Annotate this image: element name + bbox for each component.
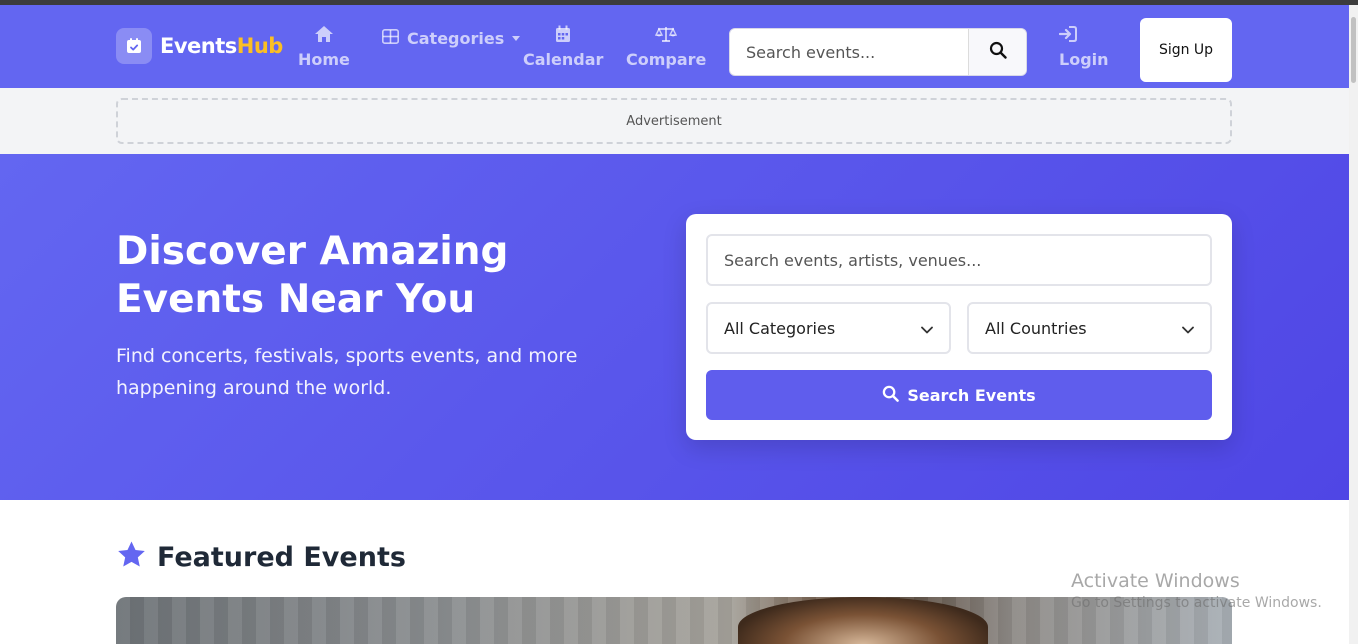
grid-icon xyxy=(382,29,399,48)
brand-name: EventsHub xyxy=(160,34,283,58)
nav-home-label: Home xyxy=(298,50,350,69)
home-icon xyxy=(314,24,334,44)
search-icon xyxy=(882,385,900,406)
category-select[interactable]: All Categories xyxy=(706,302,951,354)
country-select-value: All Countries xyxy=(985,318,1087,338)
image-texture xyxy=(116,597,1232,644)
signup-button[interactable]: Sign Up xyxy=(1140,18,1232,82)
nav-search-bar xyxy=(729,28,1027,76)
country-select[interactable]: All Countries xyxy=(967,302,1212,354)
featured-events-heading: Featured Events xyxy=(116,540,406,574)
hero-search-card: All Categories All Countries Search Even… xyxy=(686,214,1232,440)
advertisement-slot[interactable]: Advertisement xyxy=(116,98,1232,144)
advertisement-bar: Advertisement xyxy=(0,88,1349,154)
hero-title: Discover Amazing Events Near You xyxy=(116,229,509,322)
nav-home[interactable]: Home xyxy=(298,24,350,69)
hero-search-field xyxy=(706,234,1212,286)
watermark-title: Activate Windows xyxy=(1071,570,1240,592)
nav-calendar[interactable]: Calendar xyxy=(523,24,603,69)
caret-down-icon xyxy=(512,36,521,41)
nav-calendar-label: Calendar xyxy=(523,50,604,69)
nav-compare-label: Compare xyxy=(626,50,707,69)
page-scrollbar[interactable] xyxy=(1349,5,1358,644)
nav-compare[interactable]: Compare xyxy=(626,24,706,69)
hero-search-input[interactable] xyxy=(724,250,1210,270)
calendar-icon xyxy=(555,24,571,44)
chevron-down-icon xyxy=(921,319,933,338)
featured-events-title: Featured Events xyxy=(157,541,406,573)
nav-search-input[interactable] xyxy=(730,29,968,75)
hero-subtitle: Find concerts, festivals, sports events,… xyxy=(116,345,578,399)
scrollbar-thumb[interactable] xyxy=(1351,17,1356,83)
search-icon xyxy=(989,41,1007,63)
balance-scale-icon xyxy=(655,24,678,44)
search-events-button[interactable]: Search Events xyxy=(706,370,1212,420)
hero-section: Discover Amazing Events Near You Find co… xyxy=(0,154,1349,500)
star-icon xyxy=(116,540,147,574)
nav-login[interactable]: Login xyxy=(1059,24,1109,69)
brand-logo[interactable]: EventsHub xyxy=(116,28,283,64)
nav-search-button[interactable] xyxy=(968,29,1026,75)
calendar-check-icon xyxy=(116,28,152,64)
sign-in-icon xyxy=(1059,24,1077,44)
windows-activation-watermark: Activate Windows Go to Settings to activ… xyxy=(1071,570,1322,611)
nav-categories-dropdown[interactable]: Categories xyxy=(382,29,521,48)
watermark-subtitle: Go to Settings to activate Windows. xyxy=(1071,595,1322,611)
featured-event-image[interactable] xyxy=(116,597,1232,644)
chevron-down-icon xyxy=(1182,319,1194,338)
search-events-label: Search Events xyxy=(907,385,1036,405)
nav-categories-label: Categories xyxy=(407,29,505,48)
nav-login-label: Login xyxy=(1059,50,1109,69)
category-select-value: All Categories xyxy=(724,318,836,338)
top-navbar: EventsHub Home Categories Calendar Compa… xyxy=(0,5,1349,88)
